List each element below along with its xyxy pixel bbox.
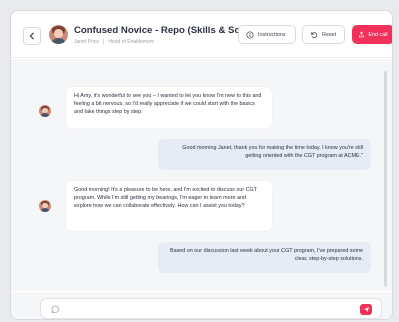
persona-avatar: [49, 25, 68, 44]
chevron-left-icon: [29, 32, 34, 40]
persona-avatar: [39, 200, 51, 212]
send-icon: [363, 307, 369, 312]
user-message: Good morning Janet, thank you for making…: [158, 139, 371, 170]
persona-role: Head of Enablement: [108, 39, 154, 45]
composer-area: [11, 292, 392, 319]
reset-label: Reset: [322, 31, 337, 38]
persona-message: Hi Amy, it's wonderful to see you – I wa…: [66, 87, 272, 128]
persona-info: Janet Price | Head of Enablement: [74, 39, 154, 45]
end-call-button[interactable]: End call: [352, 25, 392, 44]
user-message: Based on our discussion last week about …: [158, 242, 371, 273]
message-input[interactable]: [65, 302, 345, 316]
scrollbar[interactable]: [384, 71, 387, 287]
instructions-button[interactable]: Instructions: [238, 25, 296, 44]
reset-icon: [310, 31, 318, 38]
end-call-label: End call: [368, 31, 388, 38]
info-circle-icon: [246, 30, 254, 39]
message-composer[interactable]: [40, 298, 382, 319]
page-title: Confused Novice - Repo (Skills & Scores): [74, 25, 264, 36]
chat-bubble-icon: [51, 305, 60, 314]
reset-button[interactable]: Reset: [302, 25, 345, 44]
chat-transcript[interactable]: Hi Amy, it's wonderful to see you – I wa…: [11, 59, 392, 291]
persona-avatar: [39, 105, 51, 117]
roleplay-window: Confused Novice - Repo (Skills & Scores)…: [10, 10, 393, 320]
phone-exit-icon: [359, 31, 365, 38]
instructions-label: Instructions: [258, 31, 286, 38]
call-header: Confused Novice - Repo (Skills & Scores)…: [11, 11, 392, 58]
back-button[interactable]: [23, 27, 41, 45]
persona-name: Janet Price: [74, 39, 100, 45]
persona-message: Good morning! It's a pleasure to be here…: [66, 181, 272, 231]
send-button[interactable]: [360, 304, 372, 315]
